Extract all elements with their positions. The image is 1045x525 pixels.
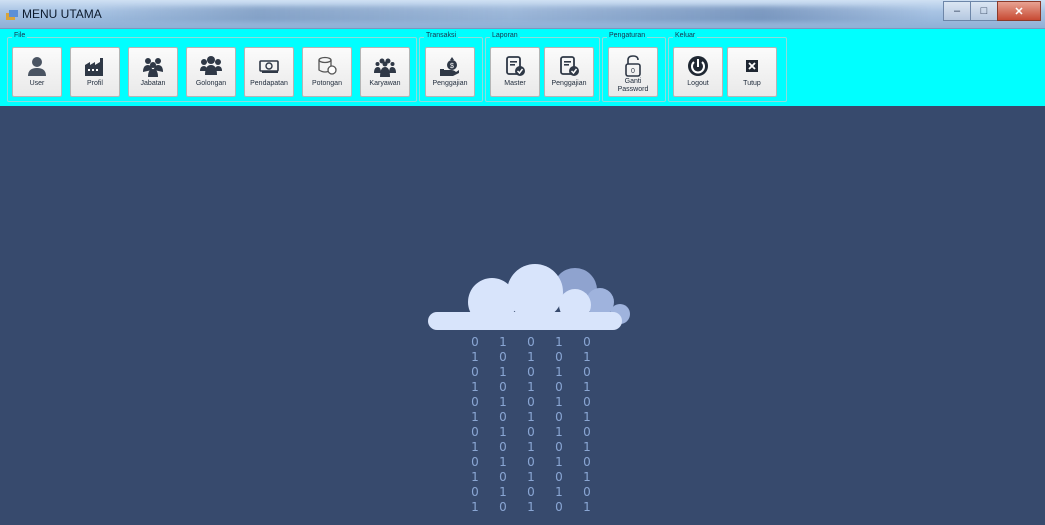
profil-button-label: Profil xyxy=(87,80,103,87)
maximize-button[interactable]: □ xyxy=(970,1,998,21)
transaksi-penggajian-button[interactable]: $ Penggajian xyxy=(425,47,475,97)
binary-column: 1 0 1 0 1 0 1 0 1 0 1 0 xyxy=(555,335,563,514)
pendapatan-button[interactable]: Pendapatan xyxy=(244,47,294,97)
logout-button-label: Logout xyxy=(687,80,709,87)
group-keluar: Keluar Logout Tutup xyxy=(668,31,787,102)
transaksi-penggajian-label: Penggajian xyxy=(432,80,468,87)
logout-button[interactable]: Logout xyxy=(673,47,723,97)
minimize-button[interactable]: – xyxy=(943,1,971,21)
cloud-illustration xyxy=(428,264,630,330)
window-title: MENU UTAMA xyxy=(22,7,102,21)
golongan-button[interactable]: Golongan xyxy=(186,47,236,97)
golongan-button-label: Golongan xyxy=(195,80,227,87)
money-hand-icon: $ xyxy=(440,57,459,76)
group-title-laporan: Laporan xyxy=(490,31,520,40)
karyawan-button[interactable]: Karyawan xyxy=(360,47,410,97)
ganti-password-label: Ganti Password xyxy=(617,78,649,93)
report-check-icon xyxy=(506,56,525,76)
group-pengaturan: Pengaturan 0 Ganti Password xyxy=(602,31,666,102)
money-icon xyxy=(259,60,279,73)
group-title-file: File xyxy=(12,31,28,40)
binary-column: 0 1 0 1 0 1 0 1 0 1 0 1 xyxy=(583,335,591,514)
report-check-icon xyxy=(560,56,579,76)
employees-icon xyxy=(374,58,396,77)
factory-icon xyxy=(85,58,103,76)
potongan-button-label: Potongan xyxy=(312,80,342,87)
laporan-master-label: Master xyxy=(504,80,526,87)
binary-rain: 0 1 0 1 0 1 0 1 0 1 0 1 1 0 1 0 1 0 1 0 … xyxy=(468,335,598,525)
laporan-master-button[interactable]: Master xyxy=(490,47,540,97)
group-title-transaksi: Transaksi xyxy=(424,31,459,40)
app-icon xyxy=(6,10,18,20)
svg-text:$: $ xyxy=(450,63,454,70)
window-controls: – □ ✕ xyxy=(943,1,1041,21)
ribbon-toolbar: File User Profil Jabatan Golongan Pendap… xyxy=(0,29,1045,106)
close-window-button[interactable]: ✕ xyxy=(997,1,1041,21)
profil-button[interactable]: Profil xyxy=(70,47,120,97)
tutup-button-label: Tutup xyxy=(743,80,761,87)
title-bar: MENU UTAMA – □ ✕ xyxy=(0,0,1045,29)
user-icon xyxy=(28,57,46,76)
user-button-label: User xyxy=(29,80,45,87)
close-box-icon xyxy=(746,60,758,72)
binary-column: 0 1 0 1 0 1 0 1 0 1 0 1 xyxy=(527,335,535,514)
user-button[interactable]: User xyxy=(12,47,62,97)
karyawan-button-label: Karyawan xyxy=(369,80,401,87)
group-laporan: Laporan Master Penggajian xyxy=(485,31,600,102)
pendapatan-button-label: Pendapatan xyxy=(250,80,288,87)
team-icon xyxy=(143,58,163,77)
lock-icon: 0 xyxy=(625,55,641,77)
laporan-penggajian-label: Penggajian xyxy=(551,80,587,87)
group-file: File User Profil Jabatan Golongan Pendap… xyxy=(7,31,417,102)
ganti-password-button[interactable]: 0 Ganti Password xyxy=(608,47,658,97)
power-icon xyxy=(688,56,708,76)
tutup-button[interactable]: Tutup xyxy=(727,47,777,97)
group-icon xyxy=(200,56,222,75)
binary-column: 1 0 1 0 1 0 1 0 1 0 1 0 xyxy=(499,335,507,514)
group-title-keluar: Keluar xyxy=(673,31,698,40)
laporan-penggajian-button[interactable]: Penggajian xyxy=(544,47,594,97)
jabatan-button-label: Jabatan xyxy=(140,80,166,87)
group-transaksi: Transaksi $ Penggajian xyxy=(419,31,483,102)
title-bar-blur xyxy=(90,6,930,22)
coins-icon xyxy=(318,56,337,75)
group-title-pengaturan: Pengaturan xyxy=(607,31,648,40)
svg-text:0: 0 xyxy=(631,68,635,75)
binary-column: 0 1 0 1 0 1 0 1 0 1 0 1 xyxy=(471,335,479,514)
jabatan-button[interactable]: Jabatan xyxy=(128,47,178,97)
potongan-button[interactable]: Potongan xyxy=(302,47,352,97)
